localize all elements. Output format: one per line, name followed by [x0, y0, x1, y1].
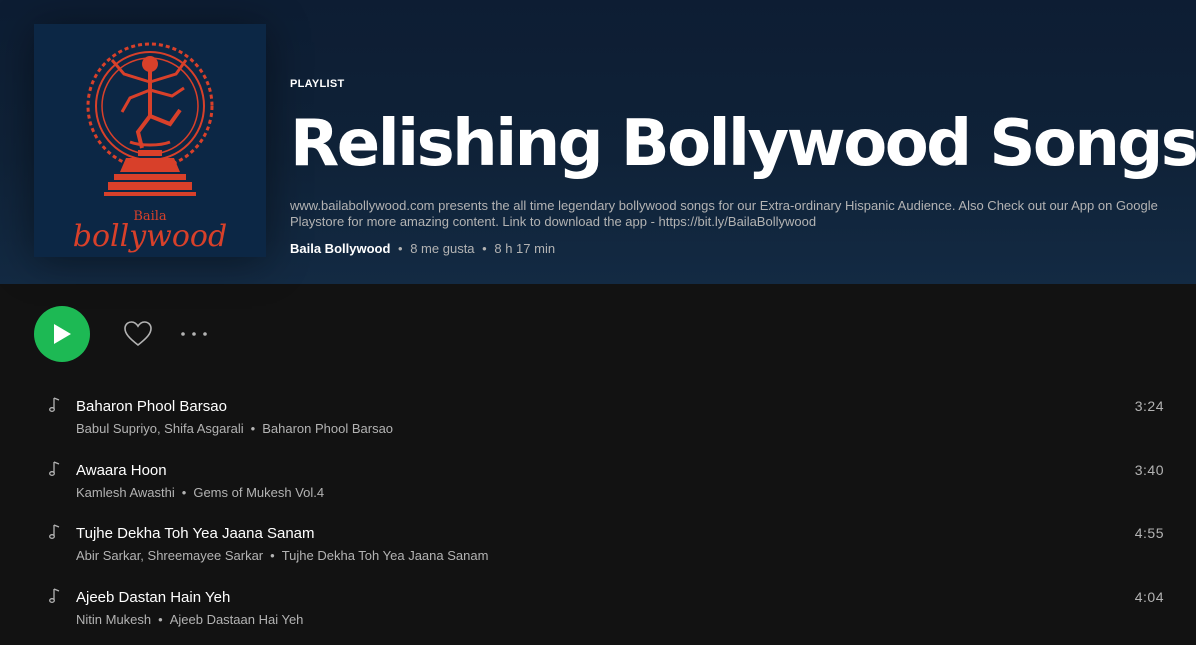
music-note-icon [49, 524, 60, 539]
track-row[interactable]: Ajeeb Dastan Hain Yeh Nitin Mukesh • Ajeeb… [0, 575, 1196, 639]
more-options-button[interactable] [178, 322, 210, 346]
music-note-icon [49, 397, 60, 412]
action-bar [0, 284, 1196, 384]
playlist-duration: 8 h 17 min [494, 241, 556, 256]
track-separator: • [158, 611, 163, 627]
track-title[interactable]: Baharon Phool Barsao [76, 398, 227, 415]
track-row[interactable]: Baharon Phool Barsao Babul Supriyo, Shif… [0, 384, 1196, 448]
track-album[interactable]: Baharon Phool Barsao [262, 421, 393, 436]
playlist-meta: PLAYLIST Relishing Bollywood Songs www.b… [290, 78, 1196, 256]
track-album[interactable]: Tujhe Dekha Toh Yea Jaana Sanam [282, 548, 489, 563]
track-artists[interactable]: Babul Supriyo, Shifa Asgarali [76, 421, 244, 436]
more-icon [181, 332, 207, 336]
playlist-page: Baila bollywood PLAYLIST Relishing Bolly… [0, 0, 1196, 645]
track-row[interactable]: Tujhe Dekha Toh Yea Jaana Sanam Abir Sar… [0, 511, 1196, 575]
track-duration: 4:55 [1134, 525, 1164, 541]
track-title[interactable]: Tujhe Dekha Toh Yea Jaana Sanam [76, 525, 315, 542]
track-subtitle: Nitin Mukesh • Ajeeb Dastaan Hai Yeh [76, 612, 303, 627]
cover-art: Baila bollywood [34, 24, 266, 257]
playlist-byline: Baila Bollywood • 8 me gusta • 8 h 17 mi… [290, 241, 555, 256]
track-subtitle: Babul Supriyo, Shifa Asgarali • Baharon Ph… [76, 421, 393, 436]
track-separator: • [270, 548, 275, 563]
track-separator: • [250, 421, 256, 436]
track-artists[interactable]: Nitin Mukesh [76, 612, 151, 627]
track-title[interactable]: Ajeeb Dastan Hain Yeh [76, 589, 230, 606]
track-separator: • [181, 484, 187, 500]
track-duration: 3:24 [1134, 398, 1164, 414]
cover-logo-big: bollywood [73, 219, 227, 254]
play-icon [54, 324, 71, 344]
track-subtitle: Kamlesh Awasthi • Gems of Mukesh Vol.4 [76, 485, 324, 500]
playlist-header: Baila bollywood PLAYLIST Relishing Bolly… [0, 0, 1196, 284]
play-button[interactable] [34, 306, 90, 362]
track-artists[interactable]: Abir Sarkar, Shreemayee Sarkar [76, 548, 263, 563]
track-subtitle: Abir Sarkar, Shreemayee Sarkar • Tujhe Dek… [76, 548, 488, 563]
music-note-icon [49, 460, 60, 476]
heart-icon [124, 321, 152, 347]
track-album[interactable]: Ajeeb Dastaan Hai Yeh [170, 612, 304, 627]
playlist-owner-link[interactable]: Baila Bollywood [290, 241, 390, 256]
playlist-type-label: PLAYLIST [290, 78, 345, 90]
music-note-icon [49, 587, 60, 603]
track-title[interactable]: Awaara Hoon [76, 462, 167, 479]
playlist-likes: 8 me gusta [410, 241, 475, 256]
tracklist: Baharon Phool Barsao Babul Supriyo, Shif… [0, 384, 1196, 638]
byline-separator: • [398, 241, 403, 256]
track-album[interactable]: Gems of Mukesh Vol.4 [193, 485, 324, 500]
playlist-description: www.bailabollywood.com presents the all … [290, 198, 1158, 229]
track-row[interactable]: Awaara Hoon Kamlesh Awasthi • Gems of Muke… [0, 448, 1196, 512]
like-button[interactable] [122, 318, 154, 350]
track-duration: 3:40 [1134, 461, 1164, 478]
track-duration: 4:04 [1134, 588, 1164, 605]
playlist-title: Relishing Bollywood Songs [290, 107, 1196, 181]
track-artists[interactable]: Kamlesh Awasthi [76, 485, 175, 500]
playlist-cover: Baila bollywood [34, 24, 266, 257]
byline-separator: • [482, 241, 487, 256]
